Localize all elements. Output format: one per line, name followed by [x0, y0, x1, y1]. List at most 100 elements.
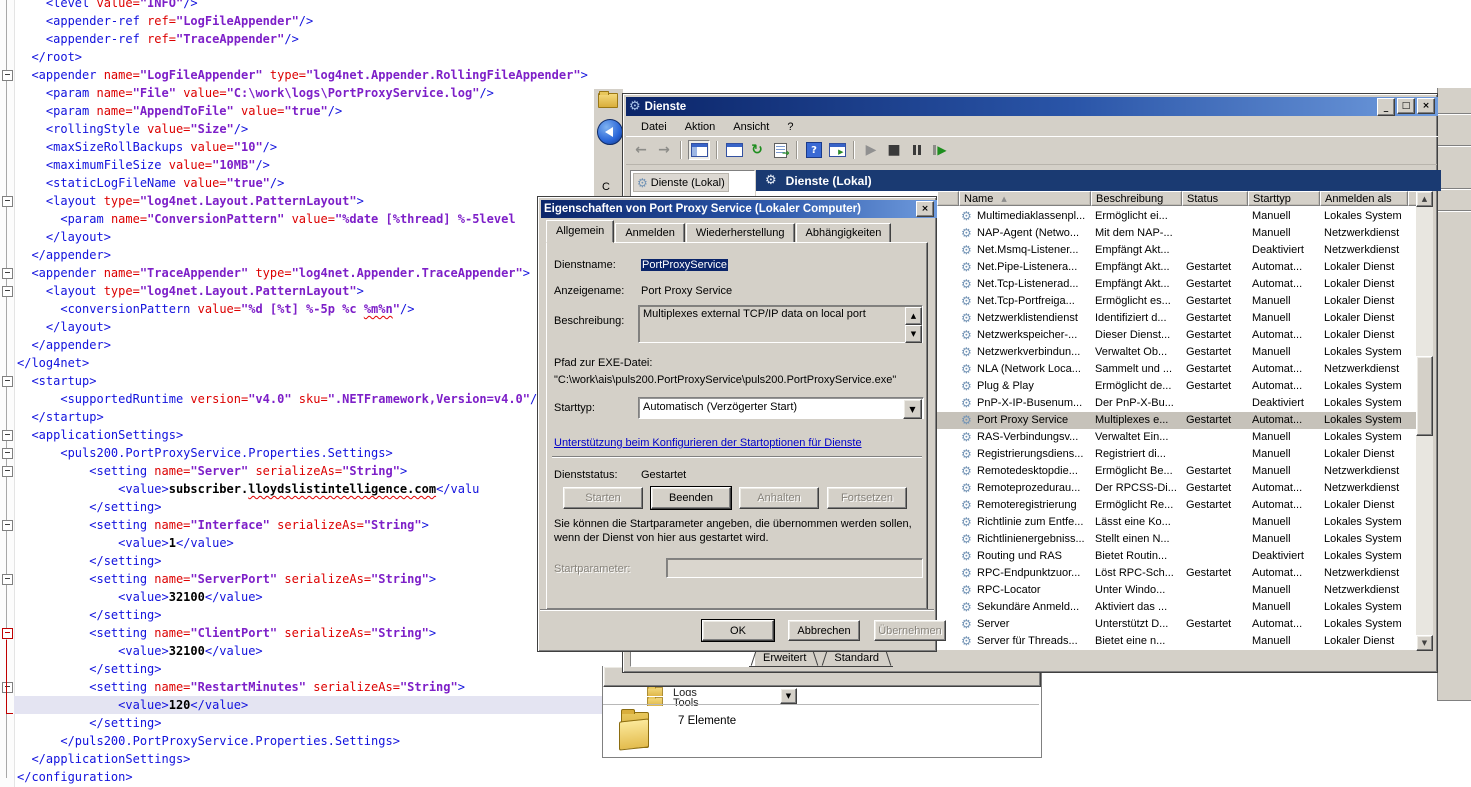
fold-collapse-icon[interactable]	[2, 196, 13, 207]
table-row[interactable]: ⚙Plug & PlayErmöglicht de...GestartetAut…	[937, 378, 1416, 395]
service-logon-as: Lokaler Dienst	[1320, 327, 1408, 344]
tab-wiederherstellung[interactable]: Wiederherstellung	[686, 223, 795, 243]
tab-erweitert[interactable]: Erweitert	[749, 651, 820, 667]
tab-standard[interactable]: Standard	[820, 651, 893, 667]
fold-collapse-icon[interactable]	[2, 520, 13, 531]
close-icon[interactable]: ×	[916, 201, 934, 217]
scroll-down-button[interactable]: ▼	[1416, 635, 1433, 651]
menu-datei[interactable]: Datei	[632, 119, 676, 135]
maximize-icon[interactable]: □	[1397, 98, 1415, 114]
fold-collapse-icon[interactable]	[2, 682, 13, 693]
restart-service-icon[interactable]: ▶	[930, 141, 950, 159]
list-item[interactable]: Logs	[647, 687, 697, 696]
stop-service-icon[interactable]: ■	[884, 141, 904, 159]
table-row[interactable]: ⚙Net.Pipe-Listenera...Empfängt Akt...Ges…	[937, 259, 1416, 276]
minimize-icon[interactable]: _	[1377, 98, 1395, 116]
dialog-titlebar[interactable]: Eigenschaften von Port Proxy Service (Lo…	[541, 200, 937, 218]
fold-collapse-icon[interactable]	[2, 268, 13, 279]
dropdown-button[interactable]: ▼	[780, 688, 797, 704]
menu-help[interactable]: ?	[778, 119, 802, 135]
ok-button[interactable]: OK	[702, 620, 774, 641]
column-header-status[interactable]: Status	[1182, 191, 1248, 206]
show-console-tree-icon-glyph	[691, 143, 708, 157]
table-row[interactable]: ⚙RAS-Verbindungsv...Verwaltet Ein...Manu…	[937, 429, 1416, 446]
table-row[interactable]: ⚙Netzwerkspeicher-...Dieser Dienst...Ges…	[937, 327, 1416, 344]
forward-icon[interactable]: →	[654, 141, 674, 159]
table-row[interactable]: ⚙Remoteprozedurau...Der RPCSS-Di...Gesta…	[937, 480, 1416, 497]
table-row[interactable]: ⚙Multimediaklassenpl...Ermöglicht ei...M…	[937, 208, 1416, 225]
tree-item-dienste-lokal[interactable]: ⚙ Dienste (Lokal)	[633, 173, 729, 192]
scroll-up-button[interactable]: ▲	[1416, 191, 1433, 207]
fold-collapse-icon-active[interactable]	[2, 628, 13, 639]
close-icon[interactable]: ×	[1417, 98, 1435, 114]
chevron-up-icon[interactable]: ▲	[905, 307, 922, 325]
table-row[interactable]: ⚙Net.Tcp-Listenerad...Empfängt Akt...Ges…	[937, 276, 1416, 293]
table-row[interactable]: ⚙NLA (Network Loca...Sammelt und ...Gest…	[937, 361, 1416, 378]
fold-collapse-icon[interactable]	[2, 70, 13, 81]
tab-allgemein[interactable]: Allgemein	[546, 220, 614, 243]
code-line: </layout>	[14, 318, 617, 336]
startoptions-help-link[interactable]: Unterstützung beim Konfigurieren der Sta…	[554, 437, 862, 449]
table-row[interactable]: ⚙ServerUnterstützt D...GestartetAutomat.…	[937, 616, 1416, 633]
back-button[interactable]	[597, 119, 623, 145]
table-row[interactable]: ⚙RemoteregistrierungErmöglicht Re...Gest…	[937, 497, 1416, 514]
window-titlebar[interactable]: ⚙ Dienste _□×	[626, 97, 1438, 116]
service-logon-as: Netzwerkdienst	[1320, 361, 1408, 378]
table-row[interactable]: ⚙Sekundäre Anmeld...Aktiviert das ...Man…	[937, 599, 1416, 616]
fold-collapse-icon[interactable]	[2, 466, 13, 477]
fold-collapse-icon[interactable]	[2, 286, 13, 297]
chevron-down-icon[interactable]: ▼	[903, 399, 922, 419]
refresh-icon[interactable]: ↻	[747, 141, 767, 159]
code-line: <level value="INFO"/>	[14, 0, 617, 12]
table-row[interactable]: ⚙Server für Threads...Bietet eine n...Ma…	[937, 633, 1416, 650]
show-console-tree-icon[interactable]	[688, 140, 710, 160]
table-row[interactable]: ⚙Registrierungsdiens...Registriert di...…	[937, 446, 1416, 463]
table-row[interactable]: ⚙Richtlinienergebniss...Stellt einen N..…	[937, 531, 1416, 548]
extended-view-icon[interactable]: ▶	[827, 141, 847, 159]
table-row[interactable]: ⚙PnP-X-IP-Busenum...Der PnP-X-Bu...Deakt…	[937, 395, 1416, 412]
code-line: <maxSizeRollBackups value="10"/>	[14, 138, 617, 156]
column-header-beschreibung[interactable]: Beschreibung	[1091, 191, 1182, 206]
menu-aktion[interactable]: Aktion	[676, 119, 725, 135]
startparameter-input[interactable]	[666, 558, 923, 578]
service-starttype: Manuell	[1248, 633, 1320, 650]
starttyp-combobox[interactable]: Automatisch (Verzögerter Start) ▼	[638, 397, 924, 419]
service-name: ⚙Richtlinienergebniss...	[959, 531, 1091, 548]
table-row[interactable]: ⚙Net.Tcp-Portfreiga...Ermöglicht es...Ge…	[937, 293, 1416, 310]
scrollbar-thumb[interactable]	[1416, 356, 1433, 436]
vertical-scrollbar[interactable]: ▲ ▼	[1416, 191, 1433, 651]
service-logon-as: Netzwerkdienst	[1320, 582, 1408, 599]
tab-abhängigkeiten[interactable]: Abhängigkeiten	[796, 223, 892, 243]
beenden-button[interactable]: Beenden	[651, 487, 731, 509]
table-row[interactable]: ⚙NAP-Agent (Netwo...Mit dem NAP-...Manue…	[937, 225, 1416, 242]
fold-collapse-icon[interactable]	[2, 376, 13, 387]
table-row[interactable]: ⚙Netzwerkverbindun...Verwaltet Ob...Gest…	[937, 344, 1416, 361]
menu-ansicht[interactable]: Ansicht	[724, 119, 778, 135]
pause-service-icon[interactable]	[907, 141, 927, 159]
pane-title: Dienste (Lokal)	[786, 174, 872, 188]
table-row[interactable]: ⚙Port Proxy ServiceMultiplexes e...Gesta…	[937, 412, 1416, 429]
table-row[interactable]: ⚙Remotedesktopdie...Ermöglicht Be...Gest…	[937, 463, 1416, 480]
chevron-down-icon[interactable]: ▼	[905, 325, 922, 343]
column-header-name[interactable]: Name▲	[959, 191, 1091, 206]
tab-anmelden[interactable]: Anmelden	[615, 223, 685, 243]
help-icon[interactable]: ?	[804, 141, 824, 159]
table-row[interactable]: ⚙Richtlinie zum Entfe...Lässt eine Ko...…	[937, 514, 1416, 531]
table-row[interactable]: ⚙RPC-Endpunktzuor...Löst RPC-Sch...Gesta…	[937, 565, 1416, 582]
abbrechen-button[interactable]: Abbrechen	[788, 620, 860, 641]
xml-editor[interactable]: <level value="INFO"/> <appender-ref ref=…	[0, 0, 620, 787]
properties-icon[interactable]	[724, 141, 744, 159]
table-row[interactable]: ⚙RPC-LocatorUnter Windo...ManuellNetzwer…	[937, 582, 1416, 599]
fold-collapse-icon[interactable]	[2, 448, 13, 459]
column-header-anmelden-als[interactable]: Anmelden als	[1320, 191, 1408, 206]
table-row[interactable]: ⚙Net.Msmq-Listener...Empfängt Akt...Deak…	[937, 242, 1416, 259]
back-icon[interactable]: ←	[631, 141, 651, 159]
fold-collapse-icon[interactable]	[2, 430, 13, 441]
table-row[interactable]: ⚙NetzwerklistendienstIdentifiziert d...G…	[937, 310, 1416, 327]
fold-collapse-icon[interactable]	[2, 574, 13, 585]
service-description: Stellt einen N...	[1091, 531, 1182, 548]
export-list-icon[interactable]: →	[770, 141, 790, 159]
start-service-icon[interactable]: ▶	[861, 141, 881, 159]
column-header-starttyp[interactable]: Starttyp	[1248, 191, 1320, 206]
table-row[interactable]: ⚙Routing und RASBietet Routin...Deaktivi…	[937, 548, 1416, 565]
